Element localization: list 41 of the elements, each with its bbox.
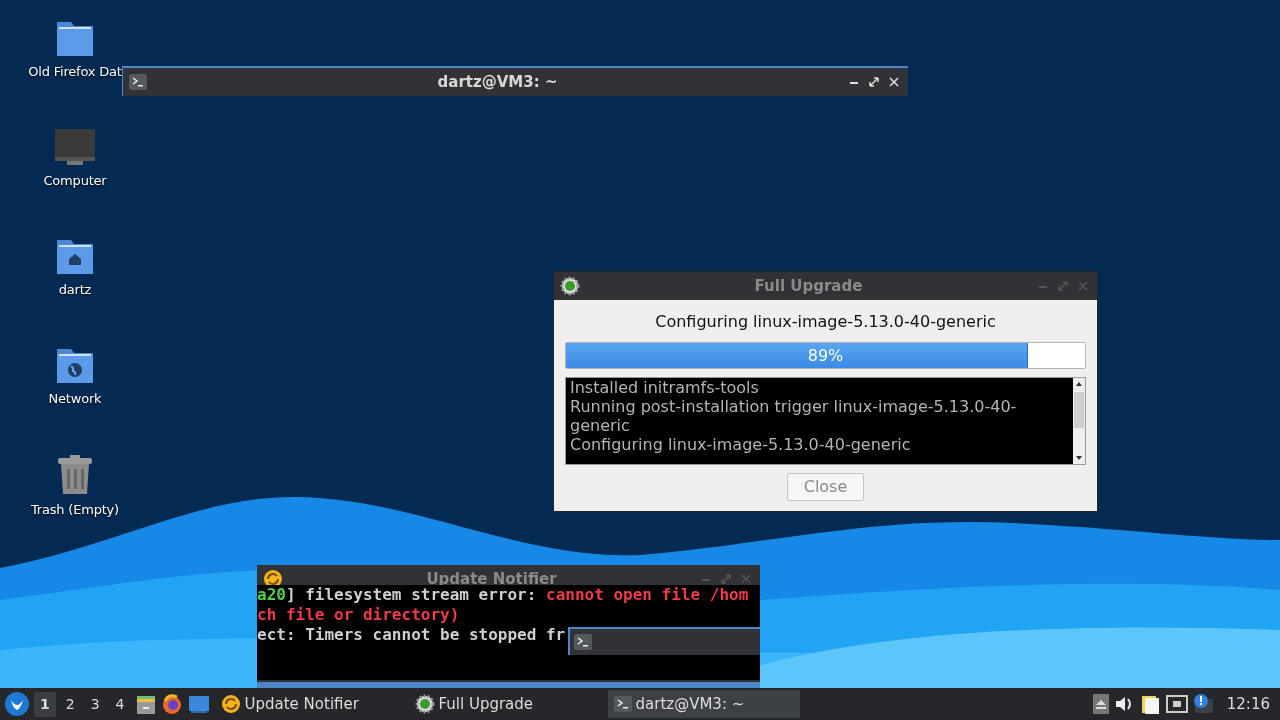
workspace-button[interactable]: 3 bbox=[84, 691, 106, 717]
browser-icon[interactable] bbox=[160, 693, 183, 715]
workspace-button[interactable]: 1 bbox=[34, 691, 56, 717]
window-title: Update Notifier bbox=[425, 568, 558, 588]
icon-label[interactable]: Computer bbox=[43, 171, 107, 191]
gear-icon bbox=[414, 694, 435, 714]
terminal-line: ch file or directory) bbox=[257, 605, 460, 625]
network-icon[interactable] bbox=[1164, 694, 1189, 714]
icon-label[interactable]: dartz bbox=[58, 280, 92, 300]
terminal-line: ect: Timers cannot be stopped fr bbox=[257, 625, 566, 645]
terminal-icon bbox=[129, 74, 147, 90]
file-cabinet-icon[interactable] bbox=[134, 693, 157, 715]
eject-icon[interactable] bbox=[1092, 694, 1109, 714]
log-line: Configuring linux-image-5.13.0-40-generic bbox=[570, 435, 912, 454]
terminal-icon bbox=[613, 696, 632, 712]
gear-icon bbox=[560, 276, 580, 296]
terminal-line: a20] filesystem stream error: cannot open file /hom bbox=[257, 585, 749, 605]
icon-label[interactable]: Old Firefox Dat bbox=[28, 62, 122, 82]
clock[interactable]: 12:16 bbox=[1218, 692, 1276, 716]
start-menu-icon[interactable] bbox=[4, 691, 30, 717]
sync-icon bbox=[220, 694, 241, 714]
terminal-icon bbox=[574, 634, 592, 650]
trash-icon bbox=[55, 454, 95, 496]
desktop-icon[interactable] bbox=[186, 693, 211, 715]
scrollbar-icon bbox=[1073, 378, 1085, 464]
icon-label[interactable]: Trash (Empty) bbox=[31, 500, 119, 520]
window-title: dartz@VM3: ~ bbox=[436, 71, 559, 93]
icon-label[interactable]: Network bbox=[48, 389, 102, 409]
taskbar-button[interactable]: Update Notifier bbox=[214, 690, 405, 718]
workspace-button[interactable]: 2 bbox=[59, 691, 81, 717]
log-line: Installed initramfs-tools bbox=[570, 378, 760, 397]
monitor-icon bbox=[53, 127, 97, 167]
progress-label: 89% bbox=[807, 344, 844, 367]
window-title: Full Upgrade bbox=[753, 275, 864, 297]
log-line: Running post-installation trigger linux-image-5.13.0-40-generic bbox=[570, 397, 1018, 435]
workspace-button[interactable]: 4 bbox=[109, 691, 131, 717]
update-alert-icon[interactable] bbox=[1192, 693, 1215, 715]
taskbar-button[interactable]: dartz@VM3: ~ bbox=[607, 690, 800, 718]
window-controls-icon[interactable] bbox=[848, 76, 902, 88]
taskbar-button[interactable]: Full Upgrade bbox=[408, 690, 604, 718]
status-text: Configuring linux-image-5.13.0-40-generic bbox=[654, 311, 997, 333]
